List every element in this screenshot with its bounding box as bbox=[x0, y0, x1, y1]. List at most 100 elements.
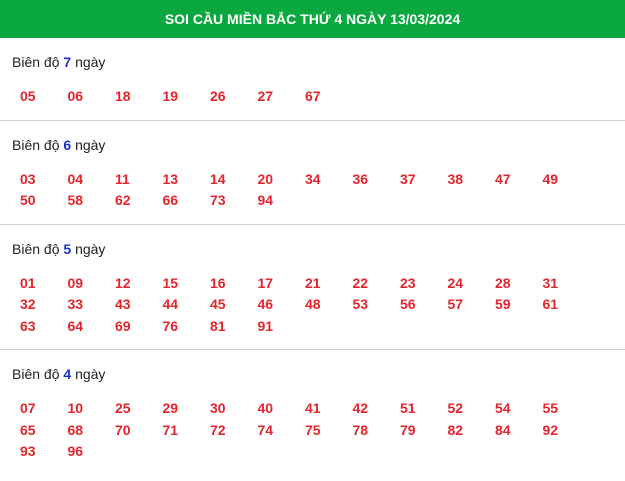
lottery-number: 15 bbox=[162, 274, 179, 291]
section-days: 4 bbox=[63, 366, 72, 382]
lottery-number: 66 bbox=[162, 192, 179, 208]
lottery-number: 40 bbox=[257, 400, 274, 416]
lottery-number: 50 bbox=[20, 192, 36, 208]
lottery-number: 16 bbox=[210, 274, 226, 291]
page-header: SOI CẦU MIỀN BẮC THỨ 4 NGÀY 13/03/2024 bbox=[0, 0, 625, 38]
lottery-number: 62 bbox=[115, 192, 131, 208]
lottery-number: 42 bbox=[352, 400, 369, 416]
lottery-number: 34 bbox=[305, 170, 321, 187]
section-suffix: ngày bbox=[75, 366, 106, 382]
lottery-number: 13 bbox=[162, 170, 179, 187]
sections-container: Biên độ 7 ngày 05 06 18 19 26 27 67 Biên độ 6 … bbox=[0, 38, 625, 475]
lottery-number: 47 bbox=[495, 170, 511, 187]
section-suffix: ngày bbox=[75, 54, 106, 70]
lottery-number: 20 bbox=[257, 170, 274, 187]
lottery-number: 26 bbox=[210, 88, 226, 104]
lottery-number: 06 bbox=[67, 88, 84, 104]
lottery-number: 32 bbox=[20, 296, 36, 312]
section-suffix: ngày bbox=[75, 136, 106, 153]
lottery-number: 05 bbox=[20, 88, 36, 104]
lottery-number: 03 bbox=[20, 170, 36, 187]
lottery-number: 17 bbox=[257, 274, 274, 291]
lottery-number: 55 bbox=[542, 400, 559, 416]
section-bien-do-5: Biên độ 5 ngày 01 09 12 15 16 17 21 22 23 24 28 31 3… bbox=[0, 225, 625, 350]
section-prefix: Biên độ bbox=[12, 366, 60, 382]
lottery-number: 28 bbox=[495, 274, 511, 291]
section-bien-do-4: Biên độ 4 ngày 07 10 25 29 30 40 41 42 51 52 54 55 6… bbox=[0, 350, 625, 475]
lottery-number: 36 bbox=[352, 170, 369, 187]
page-title: SOI CẦU MIỀN BẮC THỨ 4 NGÀY 13/03/2024 bbox=[164, 11, 461, 27]
lottery-number: 45 bbox=[210, 296, 226, 312]
lottery-number: 37 bbox=[400, 170, 416, 187]
lottery-number: 22 bbox=[352, 274, 369, 291]
lottery-number: 25 bbox=[115, 400, 131, 416]
section-days: 6 bbox=[63, 136, 72, 153]
lottery-number: 57 bbox=[447, 296, 464, 312]
lottery-number: 11 bbox=[115, 170, 130, 187]
section-title: Biên độ 4 ngày bbox=[0, 350, 625, 384]
lottery-number: 12 bbox=[115, 274, 131, 291]
lottery-number: 31 bbox=[542, 274, 559, 291]
section-prefix: Biên độ bbox=[12, 136, 60, 153]
lottery-number: 54 bbox=[495, 400, 511, 416]
lottery-number: 30 bbox=[210, 400, 226, 416]
lottery-number: 10 bbox=[67, 400, 84, 416]
number-grid: 01 09 12 15 16 17 21 22 23 24 28 31 32 33 43 44 45 46 48 53… bbox=[0, 259, 625, 350]
lottery-number: 68 bbox=[67, 421, 84, 438]
number-grid: 03 04 11 13 14 20 34 36 37 38 47 49 50 58 62 66 73 94 bbox=[0, 155, 625, 224]
lottery-number: 73 bbox=[210, 192, 226, 208]
lottery-number: 09 bbox=[67, 274, 84, 291]
lottery-number: 46 bbox=[257, 296, 274, 312]
number-grid: 07 10 25 29 30 40 41 42 51 52 54 55 65 68 70 71 72 74 75 78… bbox=[0, 384, 625, 475]
lottery-number: 65 bbox=[20, 421, 36, 438]
section-prefix: Biên độ bbox=[12, 240, 60, 257]
lottery-number: 21 bbox=[305, 274, 321, 291]
lottery-number: 23 bbox=[400, 274, 416, 291]
lottery-number: 70 bbox=[115, 421, 131, 438]
lottery-number: 63 bbox=[20, 317, 36, 334]
number-grid: 05 06 18 19 26 27 67 bbox=[0, 72, 625, 120]
section-title: Biên độ 5 ngày bbox=[0, 225, 625, 259]
lottery-number: 29 bbox=[162, 400, 179, 416]
lottery-number: 56 bbox=[400, 296, 416, 312]
lottery-number: 19 bbox=[162, 88, 179, 104]
lottery-number: 24 bbox=[447, 274, 464, 291]
lottery-number: 94 bbox=[257, 192, 274, 208]
lottery-number: 91 bbox=[257, 317, 274, 334]
lottery-number: 43 bbox=[115, 296, 131, 312]
lottery-number: 52 bbox=[447, 400, 464, 416]
lottery-number: 81 bbox=[210, 317, 226, 334]
section-days: 5 bbox=[63, 240, 72, 257]
lottery-number: 72 bbox=[210, 421, 226, 438]
section-title: Biên độ 7 ngày bbox=[0, 38, 625, 72]
lottery-number: 96 bbox=[67, 443, 84, 459]
lottery-number: 38 bbox=[447, 170, 464, 187]
lottery-number: 01 bbox=[20, 274, 36, 291]
lottery-number: 33 bbox=[67, 296, 84, 312]
lottery-number: 07 bbox=[20, 400, 36, 416]
lottery-number: 53 bbox=[352, 296, 369, 312]
lottery-number: 75 bbox=[305, 421, 321, 438]
lottery-number: 44 bbox=[162, 296, 179, 312]
lottery-number: 92 bbox=[542, 421, 559, 438]
lottery-number: 74 bbox=[257, 421, 274, 438]
section-bien-do-7: Biên độ 7 ngày 05 06 18 19 26 27 67 bbox=[0, 38, 625, 121]
lottery-number: 78 bbox=[352, 421, 369, 438]
lottery-number: 14 bbox=[210, 170, 226, 187]
lottery-number: 82 bbox=[447, 421, 464, 438]
lottery-number: 51 bbox=[400, 400, 416, 416]
section-days: 7 bbox=[63, 54, 72, 70]
lottery-number: 58 bbox=[67, 192, 84, 208]
lottery-number: 84 bbox=[495, 421, 511, 438]
lottery-number: 69 bbox=[115, 317, 131, 334]
section-prefix: Biên độ bbox=[12, 54, 60, 70]
lottery-number: 64 bbox=[67, 317, 84, 334]
lottery-number: 71 bbox=[162, 421, 179, 438]
section-bien-do-6: Biên độ 6 ngày 03 04 11 13 14 20 34 36 37 38 47 49 5… bbox=[0, 121, 625, 225]
lottery-number: 04 bbox=[67, 170, 84, 187]
lottery-number: 18 bbox=[115, 88, 131, 104]
lottery-number: 67 bbox=[305, 88, 321, 104]
lottery-number: 61 bbox=[542, 296, 559, 312]
lottery-number: 59 bbox=[495, 296, 511, 312]
lottery-number: 76 bbox=[162, 317, 179, 334]
